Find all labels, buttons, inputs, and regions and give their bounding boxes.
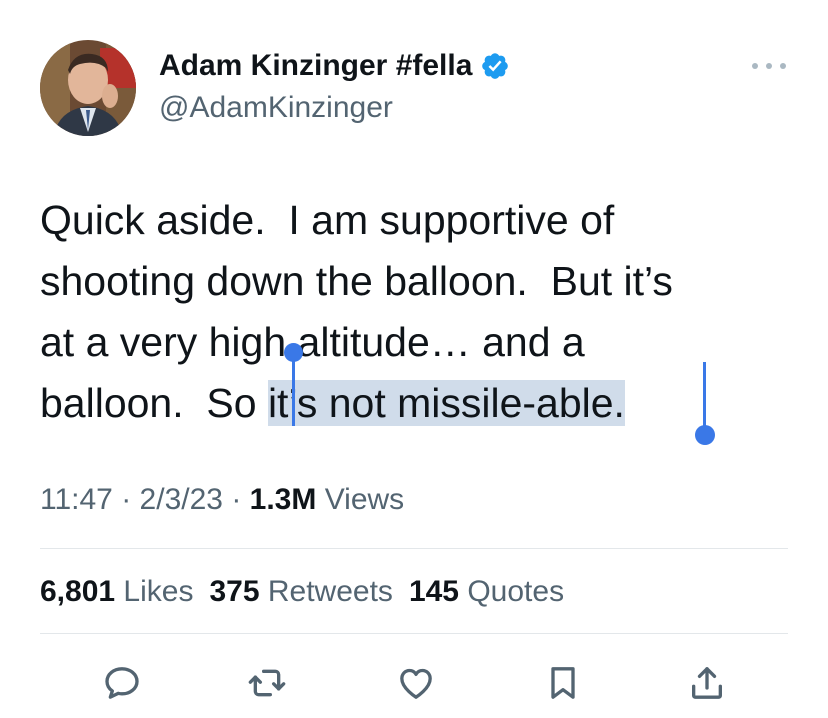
divider [40,633,788,634]
tweet-stats: 6,801 Likes 375 Retweets 145 Quotes [40,570,580,614]
tweet-meta: 11:47 · 2/3/23 · 1.3M Views [40,478,404,522]
author-handle[interactable]: @AdamKinzinger [159,88,393,128]
avatar-image [40,40,136,136]
more-dot [780,63,786,69]
share-icon [692,667,722,699]
author-name-text: Adam Kinzinger #fella [159,49,473,82]
reply-icon [105,667,139,699]
tweet-date[interactable]: 2/3/23 [140,483,223,516]
quotes-count: 145 [408,575,459,608]
more-icon[interactable] [752,54,786,78]
likes-count: 6,801 [40,575,116,608]
tweet-line-last: balloon. So it’s not missile-able. [40,373,800,434]
selection-start-knob[interactable] [284,343,303,362]
tweet-time[interactable]: 11:47 [40,483,113,516]
bookmark-icon [551,667,575,699]
quotes-stat[interactable]: 145 Quotes [409,575,564,608]
selection-start-handle[interactable] [292,352,295,426]
retweets-label: Retweets [267,575,393,608]
retweet-icon [248,669,286,697]
bookmark-button[interactable] [540,660,586,706]
tweet-line-text: balloon. So [40,380,268,426]
verified-badge-icon [480,51,510,81]
views-label: Views [324,483,405,516]
more-dot [752,63,758,69]
tweet-line: Quick aside. I am supportive of [40,197,615,243]
retweets-stat[interactable]: 375 Retweets [209,575,392,608]
reply-button[interactable] [99,660,145,706]
meta-separator: · [231,483,242,516]
tweet-line: shooting down the balloon. But it’s [40,258,673,304]
views-count: 1.3M [249,483,317,516]
author-display-name[interactable]: Adam Kinzinger #fella [159,46,510,86]
selection-end-knob[interactable] [695,425,715,445]
likes-stat[interactable]: 6,801 Likes [40,575,193,608]
quotes-label: Quotes [467,575,565,608]
retweet-button[interactable] [244,660,290,706]
divider [40,548,788,549]
like-button[interactable] [393,660,439,706]
retweets-count: 375 [209,575,260,608]
action-bar [0,660,828,706]
selection-end-handle[interactable] [703,362,706,434]
selected-text[interactable]: it’s not missile-able. [267,380,625,426]
share-button[interactable] [684,660,730,706]
avatar[interactable] [40,40,136,136]
likes-label: Likes [123,575,194,608]
heart-icon [400,668,432,699]
tweet-text[interactable]: Quick aside. I am supportive of shooting… [40,190,800,434]
more-dot [766,63,772,69]
tweet-line: at a very high altitude… and a [40,319,585,365]
meta-separator: · [121,483,132,516]
